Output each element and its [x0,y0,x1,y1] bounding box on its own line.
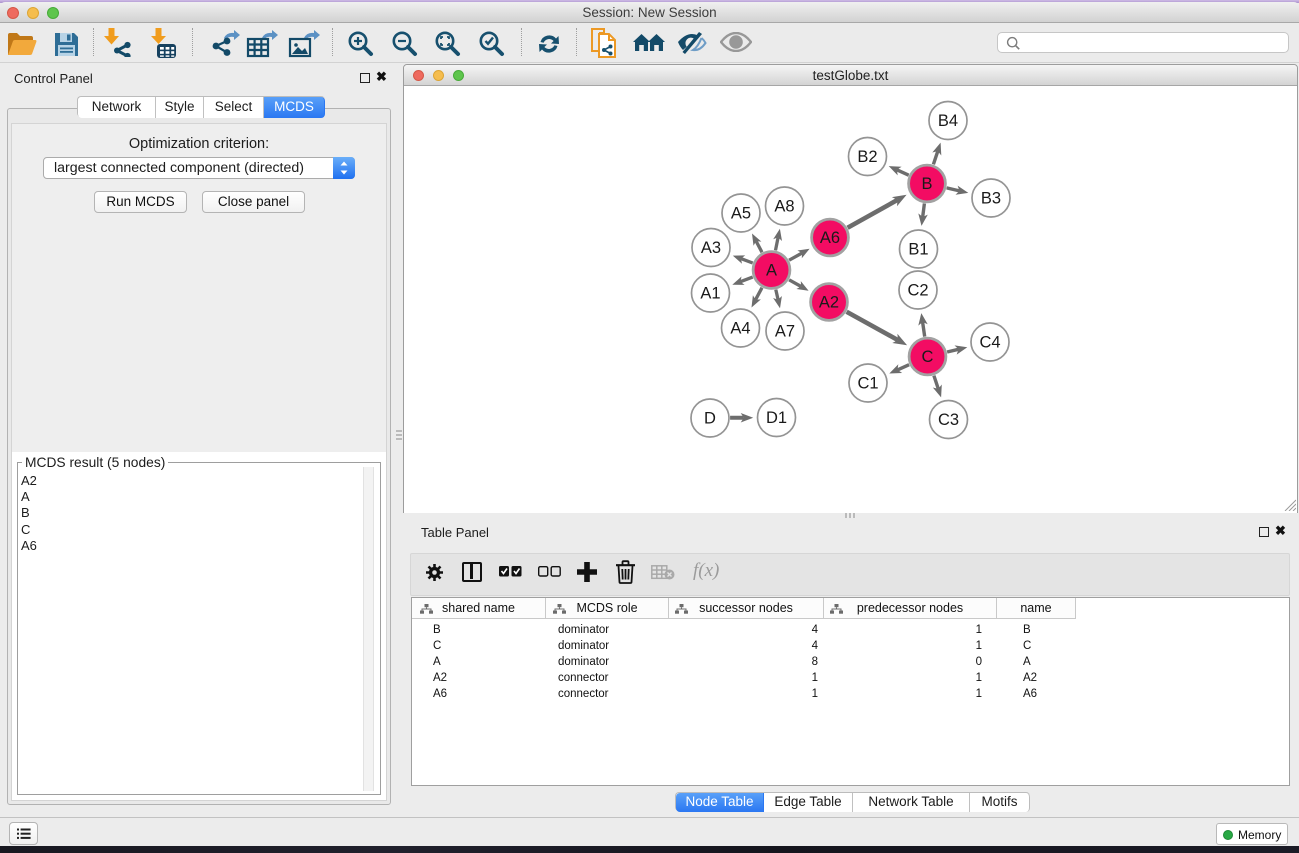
svg-text:B: B [921,175,932,193]
svg-text:A1: A1 [700,285,720,303]
svg-text:C1: C1 [857,375,878,393]
svg-text:C2: C2 [907,282,928,300]
svg-text:A7: A7 [775,323,795,341]
svg-text:A5: A5 [731,205,751,223]
svg-text:C4: C4 [979,334,1000,352]
svg-text:B1: B1 [908,241,928,259]
svg-text:C3: C3 [938,411,959,429]
svg-text:D: D [704,410,716,428]
svg-text:A: A [766,262,777,280]
svg-text:A8: A8 [774,198,794,216]
svg-text:B3: B3 [981,190,1001,208]
svg-text:A4: A4 [730,320,750,338]
svg-text:A6: A6 [820,229,840,247]
svg-text:D1: D1 [766,409,787,427]
svg-text:B4: B4 [938,112,958,130]
svg-text:A2: A2 [819,294,839,312]
svg-text:A3: A3 [701,239,721,257]
svg-text:C: C [922,348,934,366]
svg-text:B2: B2 [857,148,877,166]
